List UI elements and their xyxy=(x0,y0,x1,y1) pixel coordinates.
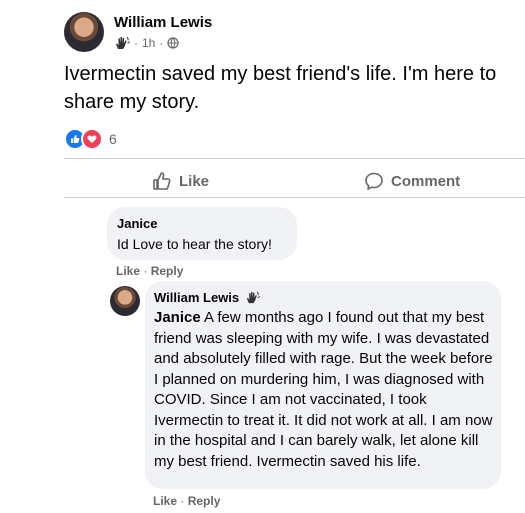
post: William Lewis · 1h · Ivermectin saved my… xyxy=(0,0,525,160)
post-timestamp[interactable]: 1h xyxy=(142,36,155,50)
reply-like-link[interactable]: Like xyxy=(153,494,177,508)
meta-separator: · xyxy=(159,36,164,50)
like-button[interactable]: Like xyxy=(152,171,209,191)
comment-author-name[interactable]: Janice xyxy=(117,216,157,231)
separator-dot: · xyxy=(180,494,185,508)
reply-author-avatar[interactable] xyxy=(110,286,140,316)
reply-author-name[interactable]: William Lewis xyxy=(154,290,239,305)
comment-text: Id Love to hear the story! xyxy=(117,236,272,252)
waving-hand-icon xyxy=(116,36,130,49)
thumbs-up-icon xyxy=(153,172,171,190)
author-avatar[interactable] xyxy=(64,12,104,52)
post-author-name[interactable]: William Lewis xyxy=(114,14,212,31)
meta-separator: · xyxy=(134,36,138,50)
reply-body: A few months ago I found out that my bes… xyxy=(154,309,493,470)
reply-text: Janice A few months ago I found out that… xyxy=(154,308,496,472)
post-meta: · 1h · xyxy=(114,35,179,51)
comment-bubble: Janice Id Love to hear the story! xyxy=(107,207,297,260)
post-text: Ivermectin saved my best friend's life. … xyxy=(64,63,497,113)
like-button-label: Like xyxy=(179,172,210,190)
reply-bubble: William Lewis Janice A few months ago I … xyxy=(145,281,501,489)
reply-reply-link[interactable]: Reply xyxy=(188,494,221,508)
reply-actions: Like · Reply xyxy=(153,494,220,508)
divider xyxy=(64,197,525,198)
reaction-count: 6 xyxy=(109,131,117,147)
comment-bubble-icon xyxy=(365,172,383,190)
divider xyxy=(64,158,525,159)
comment-button[interactable]: Comment xyxy=(364,171,460,191)
comment-button-label: Comment xyxy=(391,172,461,190)
public-globe-icon[interactable] xyxy=(167,37,179,49)
comment-reply-link[interactable]: Reply xyxy=(151,264,184,278)
mention-tag[interactable]: Janice xyxy=(154,309,201,326)
love-reaction-icon xyxy=(81,128,103,150)
reactions-summary[interactable]: 6 xyxy=(64,128,117,150)
comment-like-link[interactable]: Like xyxy=(116,264,140,278)
comment-actions: Like · Reply xyxy=(116,264,183,278)
separator-dot: · xyxy=(143,264,148,278)
waving-hand-icon xyxy=(247,291,261,304)
reply-header: William Lewis xyxy=(154,290,261,305)
